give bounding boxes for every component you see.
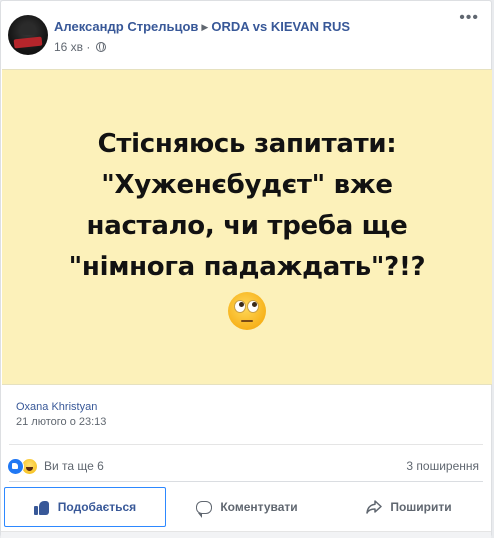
meta-separator: · (86, 40, 91, 54)
share-arrow-icon (366, 500, 383, 514)
post-title: Александр Стрельцов ▶ ORDA vs KIEVAN RUS (54, 19, 350, 34)
divider (9, 481, 483, 482)
emoji-eye (247, 300, 259, 313)
post-meta: 16 хв · (54, 40, 106, 54)
like-reaction-icon (7, 457, 24, 475)
comment-button-label: Коментувати (220, 500, 298, 514)
post-timestamp-link[interactable]: 16 хв (54, 40, 83, 54)
image-text-line: Стісняюсь запитати: (97, 129, 397, 159)
image-text-line: "німнога падаждать"?!? (68, 252, 426, 282)
post-header: Александр Стрельцов ▶ ORDA vs KIEVAN RUS 1… (1, 1, 491, 69)
share-button-label: Поширити (390, 500, 452, 514)
avatar-logo-band (13, 36, 43, 49)
comment-button[interactable]: Коментувати (166, 487, 328, 527)
feed-post: Александр Стрельцов ▶ ORDA vs KIEVAN RUS 1… (0, 0, 492, 538)
share-button[interactable]: Поширити (328, 487, 490, 527)
emoji-eye (234, 300, 246, 313)
avatar-figure (20, 23, 36, 35)
public-globe-icon[interactable] (95, 42, 106, 52)
post-actions-bar: Подобається Коментувати Поширити (4, 487, 490, 527)
like-button[interactable]: Подобається (4, 487, 166, 527)
emoji-mouth (241, 320, 253, 322)
image-text-line: настало, чи треба ще (86, 211, 408, 241)
original-post-attribution: Oxana Khristyan 21 лютого о 23:13 (16, 401, 106, 428)
author-avatar[interactable] (8, 15, 48, 55)
thumbs-up-icon (33, 500, 50, 515)
original-post-date-link[interactable]: 21 лютого о 23:13 (16, 416, 106, 428)
reactions-summary[interactable]: Ви та ще 6 (7, 457, 104, 475)
post-image[interactable]: Стісняюсь запитати: "Хуженєбудєт" вже на… (2, 69, 492, 385)
divider (9, 444, 483, 445)
group-name-link[interactable]: ORDA vs KIEVAN RUS (211, 19, 350, 34)
shares-count-link[interactable]: 3 поширення (406, 459, 479, 473)
comment-bubble-icon (196, 500, 213, 518)
author-name-link[interactable]: Александр Стрельцов (54, 19, 198, 34)
reactions-count-text: Ви та ще 6 (44, 459, 104, 473)
original-author-link[interactable]: Oxana Khristyan (16, 401, 106, 413)
face-with-rolling-eyes-icon (228, 292, 266, 330)
shared-to-arrow-icon: ▶ (201, 22, 209, 32)
image-text-line: "Хуженєбудєт" вже (101, 170, 393, 200)
more-options-icon[interactable]: ••• (459, 9, 479, 27)
like-button-label: Подобається (57, 500, 137, 514)
